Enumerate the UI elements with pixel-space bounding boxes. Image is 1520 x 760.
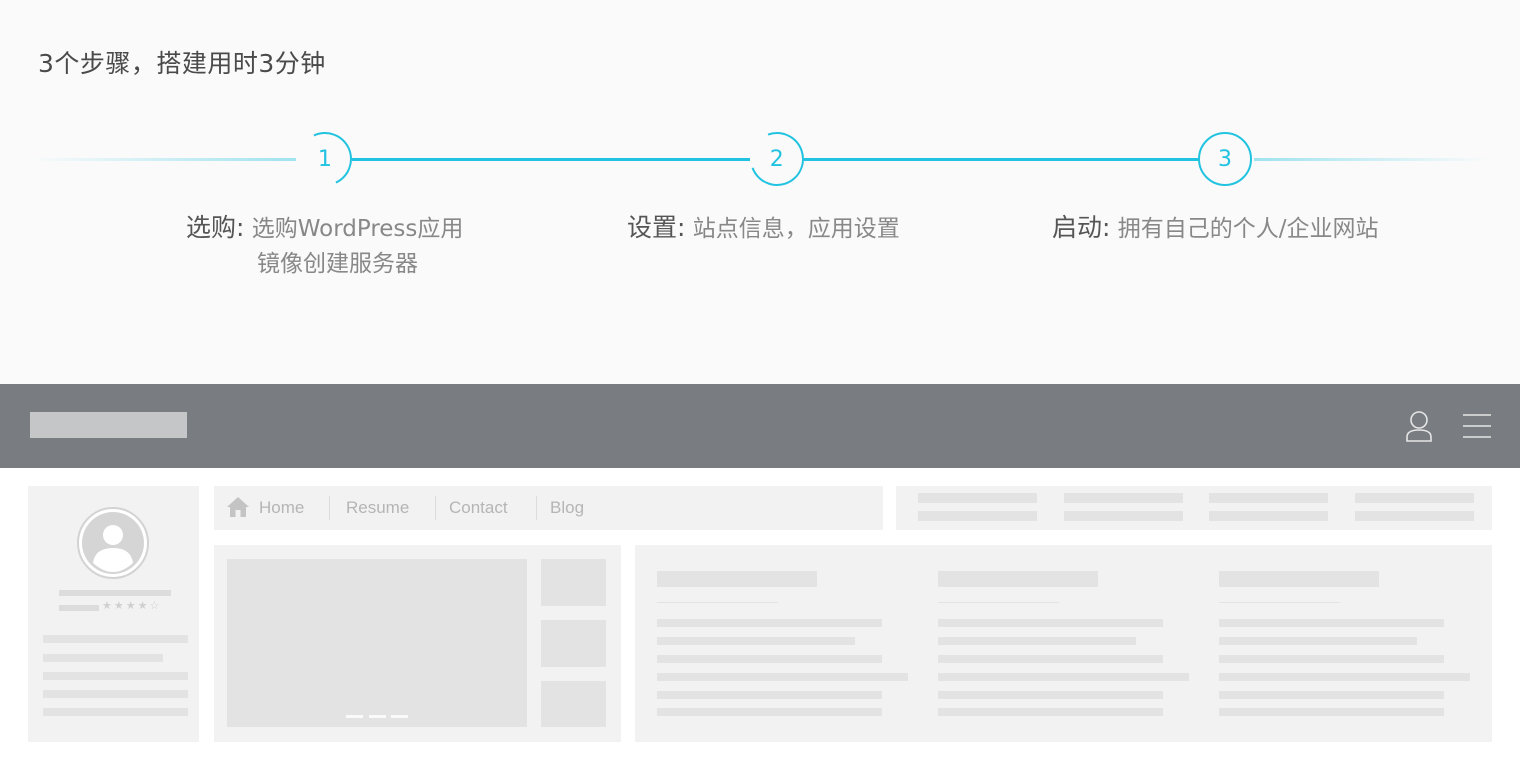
hamburger-menu-icon[interactable] [1462, 410, 1492, 442]
profile-line-5 [43, 708, 188, 716]
slider-dot[interactable] [369, 715, 386, 718]
website-mockup: ★★★★☆ Home Resume Contact Blog [0, 384, 1520, 760]
column-2-line [938, 655, 1163, 663]
step-3-label: 启动: 拥有自己的个人/企业网站 [1052, 210, 1379, 247]
profile-name-placeholder [59, 590, 171, 596]
column-1-line [657, 619, 882, 627]
progress-track-mid2 [804, 158, 1198, 161]
column-1-title [657, 571, 817, 587]
step-2-number: 2 [770, 146, 784, 172]
widget-line [1064, 511, 1183, 521]
nav-item-resume[interactable]: Resume [346, 486, 409, 530]
slider-dot[interactable] [346, 715, 363, 718]
slider-image-placeholder [227, 559, 527, 727]
step-2-head: 设置: [627, 213, 686, 242]
slider-panel [214, 545, 621, 742]
column-3-line [1219, 637, 1417, 645]
column-1-underline [657, 602, 778, 603]
profile-line-1 [43, 635, 188, 643]
profile-sub-placeholder [59, 605, 99, 611]
nav-item-blog[interactable]: Blog [550, 486, 584, 530]
widget-line [1209, 511, 1328, 521]
column-2-title [938, 571, 1098, 587]
column-1-line [657, 655, 882, 663]
nav-item-contact[interactable]: Contact [449, 486, 508, 530]
column-3-underline [1219, 602, 1340, 603]
widget-line [1209, 493, 1328, 503]
column-1-line [657, 673, 908, 681]
step-2-label: 设置: 站点信息，应用设置 [627, 210, 900, 247]
avatar-icon [76, 506, 150, 580]
step-2-circle: 2 [741, 123, 813, 195]
section-title: 3个步骤，搭建用时3分钟 [38, 49, 326, 78]
nav-item-home[interactable]: Home [259, 486, 304, 530]
column-1-line [657, 691, 882, 699]
column-1-line [657, 708, 882, 716]
user-icon[interactable] [1404, 410, 1434, 442]
step-1-desc-line2: 镜像创建服务器 [257, 251, 418, 277]
column-1-line [657, 637, 855, 645]
step-1-label: 选购: 选购WordPress应用 镜像创建服务器 [186, 210, 463, 282]
slider-thumb-3[interactable] [541, 681, 606, 727]
widget-line [1064, 493, 1183, 503]
step-1-desc-line1: 选购WordPress应用 [251, 216, 464, 242]
home-icon[interactable] [226, 496, 250, 518]
step-3-desc-line1: 拥有自己的个人/企业网站 [1117, 216, 1379, 242]
header-widgets-panel [896, 486, 1492, 530]
column-3-title [1219, 571, 1379, 587]
column-3-line [1219, 655, 1444, 663]
slider-thumb-2[interactable] [541, 620, 606, 667]
profile-panel: ★★★★☆ [28, 486, 199, 742]
nav-divider [536, 496, 537, 520]
profile-line-4 [43, 690, 188, 698]
column-3-line [1219, 708, 1444, 716]
step-3-head: 启动: [1052, 213, 1111, 242]
step-1-circle: 1 [290, 124, 360, 194]
profile-line-2 [43, 654, 163, 662]
column-3-line [1219, 673, 1470, 681]
column-3-line [1219, 619, 1444, 627]
steps-section: 3个步骤，搭建用时3分钟 1 2 3 选购: 选购WordPress应用 镜像创… [0, 0, 1520, 384]
step-1-head: 选购: [186, 213, 245, 242]
profile-line-3 [43, 672, 188, 680]
slider-thumb-1[interactable] [541, 559, 606, 606]
progress-track-right [1254, 158, 1490, 161]
column-2-line [938, 673, 1189, 681]
slider-dot[interactable] [391, 715, 408, 718]
progress-track-mid1 [352, 158, 750, 161]
nav-divider [329, 496, 330, 520]
column-2-underline [938, 602, 1059, 603]
content-columns-panel [635, 545, 1492, 742]
column-2-line [938, 691, 1163, 699]
step-3-circle: 3 [1198, 132, 1252, 186]
widget-line [1355, 511, 1474, 521]
step-3-number: 3 [1218, 146, 1232, 172]
column-2-line [938, 708, 1163, 716]
column-3-line [1219, 691, 1444, 699]
mockup-nav-bar: Home Resume Contact Blog [214, 486, 883, 530]
column-2-line [938, 637, 1136, 645]
step-2-desc-line1: 站点信息，应用设置 [692, 216, 900, 242]
progress-track-left [30, 158, 296, 161]
mockup-top-bar [0, 384, 1520, 468]
step-1-number: 1 [318, 146, 332, 172]
nav-divider [435, 496, 436, 520]
widget-line [1355, 493, 1474, 503]
widget-line [918, 511, 1037, 521]
logo-placeholder [30, 412, 187, 438]
widget-line [918, 493, 1037, 503]
column-2-line [938, 619, 1163, 627]
rating-stars: ★★★★☆ [102, 599, 162, 612]
